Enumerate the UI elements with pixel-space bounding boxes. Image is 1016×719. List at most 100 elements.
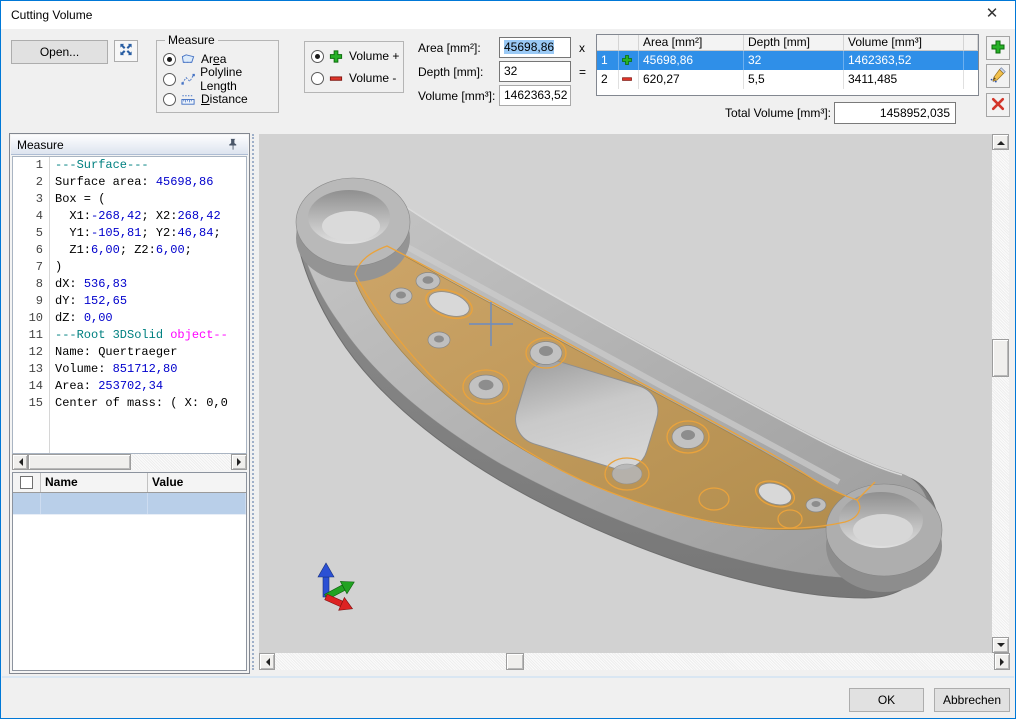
- minus-icon[interactable]: [619, 70, 639, 89]
- props-selected-row[interactable]: [13, 493, 246, 515]
- radio-distance[interactable]: Distance: [163, 91, 248, 107]
- log-line: 14Area: 253702,34: [13, 378, 246, 395]
- fit-view-button[interactable]: [114, 40, 138, 62]
- radio-button[interactable]: [311, 50, 324, 63]
- log-line: 12Name: Quertraeger: [13, 344, 246, 361]
- add-row-button[interactable]: [986, 36, 1010, 60]
- line-number: 7: [13, 259, 43, 276]
- minus-icon: [621, 70, 638, 85]
- footer-divider: [2, 676, 1014, 678]
- properties-table[interactable]: Name Value: [12, 472, 247, 671]
- arrow-up-icon: [997, 137, 1005, 145]
- cut-table-cell[interactable]: 5,5: [744, 70, 844, 89]
- cut-table-row[interactable]: 2 620,275,53411,485: [597, 70, 978, 89]
- 3d-viewport[interactable]: [259, 134, 992, 653]
- log-line: 8dX: 536,83: [13, 276, 246, 293]
- radio-label: Area: [201, 52, 226, 66]
- cut-table-cell[interactable]: 620,27: [639, 70, 744, 89]
- plus-icon: [990, 39, 1006, 58]
- log-line: 15Center of mass: ( X: 0,0: [13, 395, 246, 412]
- ok-button[interactable]: OK: [849, 688, 924, 712]
- plus-icon[interactable]: [619, 51, 639, 70]
- cut-table-cell[interactable]: 45698,86: [639, 51, 744, 70]
- viewport-scroll-left-button[interactable]: [259, 653, 275, 670]
- panel-splitter[interactable]: [252, 134, 258, 670]
- axis-triad: [318, 563, 358, 615]
- log-line: 1---Surface---: [13, 157, 246, 174]
- cut-table-cell[interactable]: 2: [597, 70, 619, 89]
- cut-table-header-cell: [597, 35, 619, 51]
- log-scroll-right-button[interactable]: [231, 454, 247, 470]
- measure-log[interactable]: 1---Surface---2Surface area: 45698,863Bo…: [12, 156, 247, 454]
- viewport-scroll-down-button[interactable]: [992, 637, 1009, 653]
- viewport-vscroll-thumb[interactable]: [992, 339, 1009, 377]
- close-icon[interactable]: ✕: [977, 3, 1007, 25]
- pin-icon[interactable]: [225, 137, 242, 152]
- x-axis-arrow: [323, 591, 355, 616]
- select-all-checkbox[interactable]: [20, 476, 33, 489]
- cut-table-cell[interactable]: 1462363,52: [844, 51, 964, 70]
- log-line: 13Volume: 851712,80: [13, 361, 246, 378]
- radio-polyline-length[interactable]: Polyline Length: [163, 71, 278, 87]
- depth-input[interactable]: 32: [499, 61, 571, 82]
- viewport-hscroll-thumb[interactable]: [506, 653, 524, 670]
- volume-sign-group: Volume + Volume -: [304, 41, 404, 93]
- measure-group: Measure AreaPolyline LengthDistance: [156, 40, 279, 113]
- cad-part-drawing: [259, 134, 992, 653]
- cut-table-cell[interactable]: 32: [744, 51, 844, 70]
- cut-table-cell[interactable]: [964, 70, 978, 89]
- delete-row-button[interactable]: [986, 93, 1010, 117]
- depth-field-label: Depth [mm]:: [418, 65, 483, 79]
- multiply-label: x: [579, 41, 585, 55]
- line-number: 9: [13, 293, 43, 310]
- radio-button[interactable]: [163, 93, 176, 106]
- log-line: 5 Y1:-105,81; Y2:46,84;: [13, 225, 246, 242]
- distance-icon: [180, 92, 197, 107]
- arrow-left-icon: [262, 658, 270, 666]
- radio-label: Volume +: [349, 49, 399, 63]
- viewport-hscrollbar[interactable]: [259, 653, 1010, 670]
- log-line: 7): [13, 259, 246, 276]
- cut-table-cell[interactable]: 1: [597, 51, 619, 70]
- log-scroll-left-button[interactable]: [12, 454, 28, 470]
- viewport-vscrollbar[interactable]: [992, 134, 1009, 653]
- radio-volume-[interactable]: Volume +: [311, 48, 399, 64]
- pencil-icon: [990, 67, 1006, 86]
- total-volume-label: Total Volume [mm³]:: [596, 106, 831, 120]
- props-value-header: Value: [148, 473, 246, 492]
- viewport-scroll-up-button[interactable]: [992, 134, 1009, 150]
- fit-view-icon: [118, 42, 135, 57]
- radio-button[interactable]: [163, 73, 176, 86]
- line-number: 10: [13, 310, 43, 327]
- cancel-button[interactable]: Abbrechen: [934, 688, 1010, 712]
- area-field-label: Area [mm²]:: [418, 41, 481, 55]
- log-scroll-thumb[interactable]: [28, 454, 131, 470]
- area-input[interactable]: 45698,86: [499, 37, 571, 58]
- props-name-header: Name: [41, 473, 148, 492]
- radio-label: Polyline Length: [200, 65, 278, 93]
- edit-row-button[interactable]: [986, 64, 1010, 88]
- log-line: 6 Z1:6,00; Z2:6,00;: [13, 242, 246, 259]
- cut-list-table[interactable]: Area [mm²]Depth [mm]Volume [mm³]145698,8…: [596, 34, 979, 96]
- cut-table-header-cell: [964, 35, 978, 51]
- viewport-scroll-right-button[interactable]: [994, 653, 1010, 670]
- cut-table-row[interactable]: 1 45698,86321462363,52: [597, 51, 978, 70]
- radio-button[interactable]: [311, 72, 324, 85]
- measure-panel-header[interactable]: Measure: [11, 135, 248, 155]
- radio-button[interactable]: [163, 53, 176, 66]
- line-number: 5: [13, 225, 43, 242]
- title-bar[interactable]: Cutting Volume ✕: [1, 1, 1015, 29]
- open-button[interactable]: Open...: [11, 40, 108, 64]
- cut-table-cell[interactable]: [964, 51, 978, 70]
- depth-input-value: 32: [504, 64, 517, 78]
- cut-table-cell[interactable]: 3411,485: [844, 70, 964, 89]
- radio-volume-[interactable]: Volume -: [311, 70, 396, 86]
- log-line: 3Box = (: [13, 191, 246, 208]
- log-hscrollbar[interactable]: [12, 454, 247, 470]
- polyline-icon: [180, 72, 196, 87]
- log-line: 4 X1:-268,42; X2:268,42: [13, 208, 246, 225]
- measure-panel: Measure 1---Surface---2Surface area: 456…: [9, 133, 250, 674]
- minus-icon: [328, 71, 345, 86]
- line-number: 3: [13, 191, 43, 208]
- cutting-volume-dialog: Cutting Volume ✕ Open... Measure AreaPol…: [0, 0, 1016, 719]
